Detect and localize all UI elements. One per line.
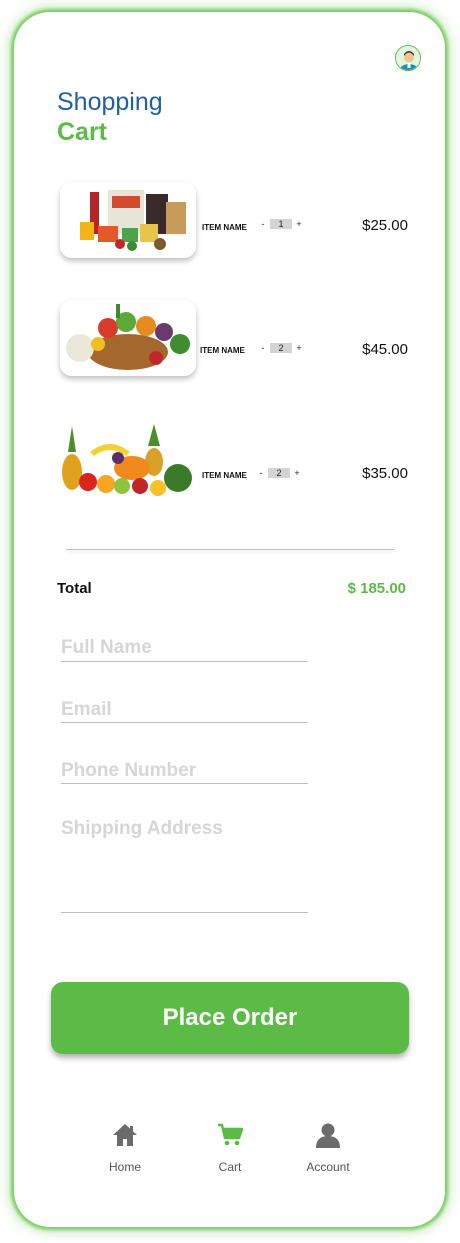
item-price: $25.00 <box>362 217 408 234</box>
full-name-placeholder: Full Name <box>61 637 152 658</box>
quantity-value[interactable]: 2 <box>270 343 292 353</box>
nav-label-home: Home <box>108 1160 141 1174</box>
item-price: $35.00 <box>362 465 408 482</box>
item-price: $45.00 <box>362 341 408 358</box>
phone-number-field[interactable]: Phone Number <box>61 760 308 784</box>
cart-item: ITEM NAME - 1 + $25.00 <box>14 182 445 262</box>
nav-label-cart: Cart <box>218 1160 242 1174</box>
vegetable-basket-image <box>60 300 196 376</box>
increase-quantity-button[interactable]: + <box>295 343 303 353</box>
decrease-quantity-button[interactable]: - <box>259 343 267 353</box>
phone-frame: Shopping Cart ITEM NAME - 1 + $25.00 ITE… <box>14 12 445 1227</box>
groceries-image <box>60 182 196 258</box>
item-name: ITEM NAME <box>202 471 247 480</box>
nav-item-cart[interactable]: Cart <box>190 1122 270 1174</box>
page-title-line1: Shopping <box>57 88 163 116</box>
divider <box>66 549 394 550</box>
nav-item-home[interactable]: Home <box>85 1122 165 1174</box>
bottom-nav: Home Cart Account <box>14 1122 445 1192</box>
quantity-stepper: - 1 + <box>259 219 303 229</box>
fruit-assortment-image <box>60 422 196 498</box>
increase-quantity-button[interactable]: + <box>295 219 303 229</box>
cart-item: ITEM NAME - 2 + $35.00 <box>14 422 445 502</box>
phone-number-placeholder: Phone Number <box>61 760 197 781</box>
full-name-field[interactable]: Full Name <box>61 637 308 662</box>
email-field[interactable]: Email <box>61 699 308 723</box>
item-name: ITEM NAME <box>200 346 245 355</box>
increase-quantity-button[interactable]: + <box>293 468 301 478</box>
nav-label-account: Account <box>306 1160 350 1174</box>
page-title-line2: Cart <box>57 118 108 146</box>
decrease-quantity-button[interactable]: - <box>259 219 267 229</box>
email-placeholder: Email <box>61 699 112 720</box>
item-name: ITEM NAME <box>202 223 247 232</box>
place-order-button[interactable]: Place Order <box>51 982 409 1054</box>
shipping-address-field[interactable]: Shipping Address <box>61 818 308 913</box>
decrease-quantity-button[interactable]: - <box>257 468 265 478</box>
quantity-value[interactable]: 2 <box>268 468 290 478</box>
user-avatar-icon[interactable] <box>395 45 421 71</box>
nav-item-account[interactable]: Account <box>288 1122 368 1174</box>
account-icon <box>316 1123 340 1148</box>
total-label: Total <box>57 580 92 597</box>
quantity-stepper: - 2 + <box>259 343 303 353</box>
cart-item: ITEM NAME - 2 + $45.00 <box>14 298 445 378</box>
quantity-value[interactable]: 1 <box>270 219 292 229</box>
quantity-stepper: - 2 + <box>257 468 301 478</box>
total-value: $ 185.00 <box>347 580 406 597</box>
shipping-address-placeholder: Shipping Address <box>61 818 223 839</box>
home-icon <box>113 1124 137 1146</box>
cart-icon <box>218 1123 244 1146</box>
